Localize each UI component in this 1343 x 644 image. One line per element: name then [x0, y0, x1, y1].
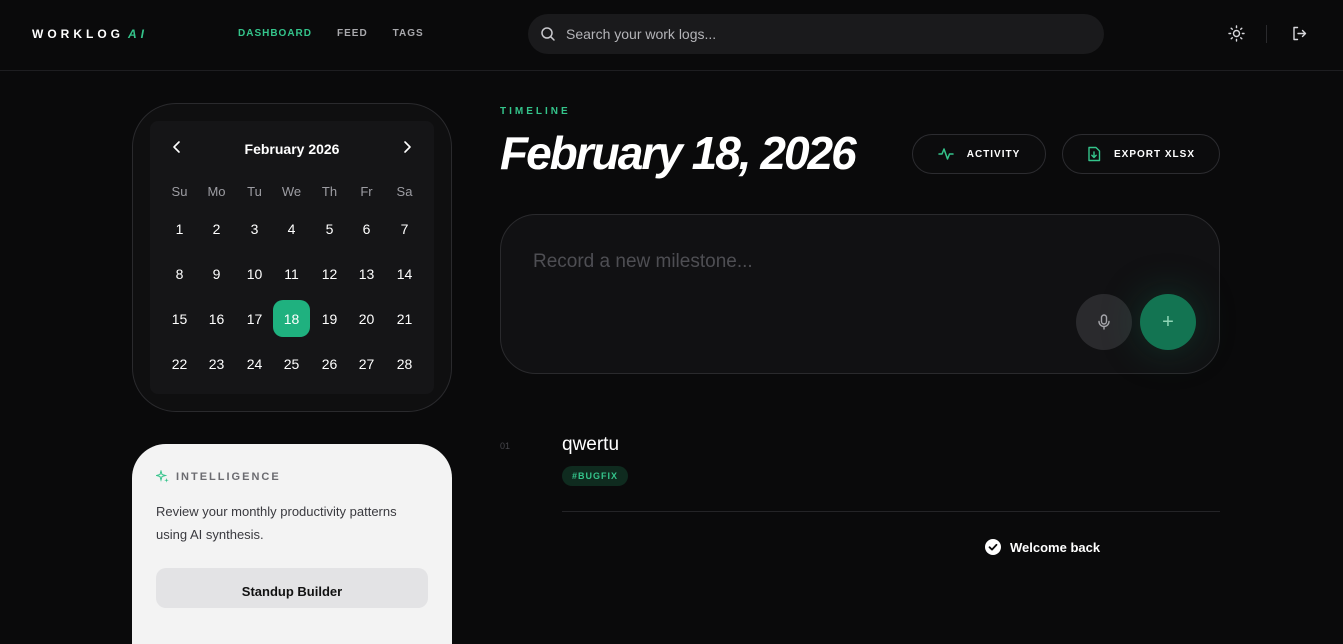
- toast-message: Welcome back: [1010, 539, 1101, 555]
- weekday-label: Su: [171, 184, 188, 199]
- calendar-day[interactable]: 21: [386, 300, 423, 337]
- toast-notification: Welcome back: [985, 539, 1100, 555]
- calendar-day[interactable]: 11: [273, 255, 310, 292]
- calendar-day[interactable]: 13: [348, 255, 385, 292]
- weekday-label: Th: [321, 184, 338, 199]
- calendar-day[interactable]: 4: [273, 210, 310, 247]
- calendar-month-label: February 2026: [244, 141, 340, 157]
- calendar-day[interactable]: 22: [161, 345, 198, 382]
- check-circle-icon: [985, 539, 1001, 555]
- calendar-day[interactable]: 28: [386, 345, 423, 382]
- calendar-day[interactable]: 12: [311, 255, 348, 292]
- calendar-day[interactable]: 17: [236, 300, 273, 337]
- entry-divider: [562, 511, 1220, 512]
- calendar-day[interactable]: 24: [236, 345, 273, 382]
- weekday-label: Mo: [207, 184, 226, 199]
- calendar-day[interactable]: 9: [198, 255, 235, 292]
- prev-month-button[interactable]: [171, 139, 183, 155]
- calendar-day[interactable]: 7: [386, 210, 423, 247]
- activity-button[interactable]: ACTIVITY: [912, 134, 1046, 174]
- next-month-button[interactable]: [401, 139, 413, 155]
- header-divider: [1266, 25, 1267, 43]
- brand-name: WORKLOG: [32, 27, 124, 41]
- file-download-icon: [1088, 146, 1101, 162]
- timeline-eyebrow: TIMELINE: [500, 106, 571, 117]
- entry-number: 01: [500, 441, 511, 451]
- activity-label: ACTIVITY: [966, 148, 1021, 160]
- nav-feed[interactable]: FEED: [337, 28, 368, 39]
- calendar-day[interactable]: 26: [311, 345, 348, 382]
- calendar-day[interactable]: 1: [161, 210, 198, 247]
- calendar-day[interactable]: 16: [198, 300, 235, 337]
- calendar-day[interactable]: 6: [348, 210, 385, 247]
- standup-builder-button[interactable]: Standup Builder: [156, 568, 428, 608]
- entry-title[interactable]: qwertu: [562, 434, 619, 456]
- milestone-input[interactable]: [533, 251, 1053, 291]
- brand-suffix: AI: [128, 27, 148, 41]
- search-icon: [541, 27, 555, 41]
- main-nav: DASHBOARD FEED TAGS: [238, 28, 424, 39]
- add-milestone-button[interactable]: +: [1140, 294, 1196, 350]
- brand-logo[interactable]: WORKLOG AI: [32, 27, 148, 41]
- intelligence-description: Review your monthly productivity pattern…: [156, 504, 397, 542]
- weekday-label: Sa: [396, 184, 413, 199]
- calendar-day[interactable]: 20: [348, 300, 385, 337]
- weekday-label: Fr: [360, 184, 373, 199]
- milestone-composer: [500, 214, 1220, 374]
- activity-icon: [937, 148, 954, 160]
- search-input[interactable]: [566, 19, 1066, 49]
- export-xlsx-button[interactable]: EXPORT XLSX: [1062, 134, 1220, 174]
- calendar-day[interactable]: 15: [161, 300, 198, 337]
- calendar-day[interactable]: 25: [273, 345, 310, 382]
- calendar-day[interactable]: 3: [236, 210, 273, 247]
- entry-tag[interactable]: #BUGFIX: [562, 466, 629, 486]
- logout-icon[interactable]: [1291, 25, 1308, 42]
- calendar-day-selected[interactable]: 18: [273, 300, 310, 337]
- sun-icon[interactable]: [1228, 25, 1245, 42]
- calendar-day[interactable]: 5: [311, 210, 348, 247]
- search-bar: [528, 14, 1104, 54]
- calendar-day[interactable]: 27: [348, 345, 385, 382]
- intelligence-title: INTELLIGENCE: [176, 470, 281, 483]
- calendar-day[interactable]: 14: [386, 255, 423, 292]
- nav-dashboard[interactable]: DASHBOARD: [238, 28, 312, 39]
- weekday-label: We: [281, 184, 302, 199]
- page-title: February 18, 2026: [500, 127, 857, 179]
- calendar-day[interactable]: 2: [198, 210, 235, 247]
- voice-input-button[interactable]: [1076, 294, 1132, 350]
- calendar-day[interactable]: 10: [236, 255, 273, 292]
- export-label: EXPORT XLSX: [1113, 148, 1195, 160]
- weekday-label: Tu: [247, 184, 262, 199]
- sparkle-icon: [156, 470, 169, 483]
- intelligence-header: INTELLIGENCE: [156, 470, 281, 483]
- nav-tags[interactable]: TAGS: [393, 28, 424, 39]
- calendar-day[interactable]: 19: [311, 300, 348, 337]
- microphone-icon: [1098, 314, 1110, 330]
- calendar-day[interactable]: 8: [161, 255, 198, 292]
- calendar-day[interactable]: 23: [198, 345, 235, 382]
